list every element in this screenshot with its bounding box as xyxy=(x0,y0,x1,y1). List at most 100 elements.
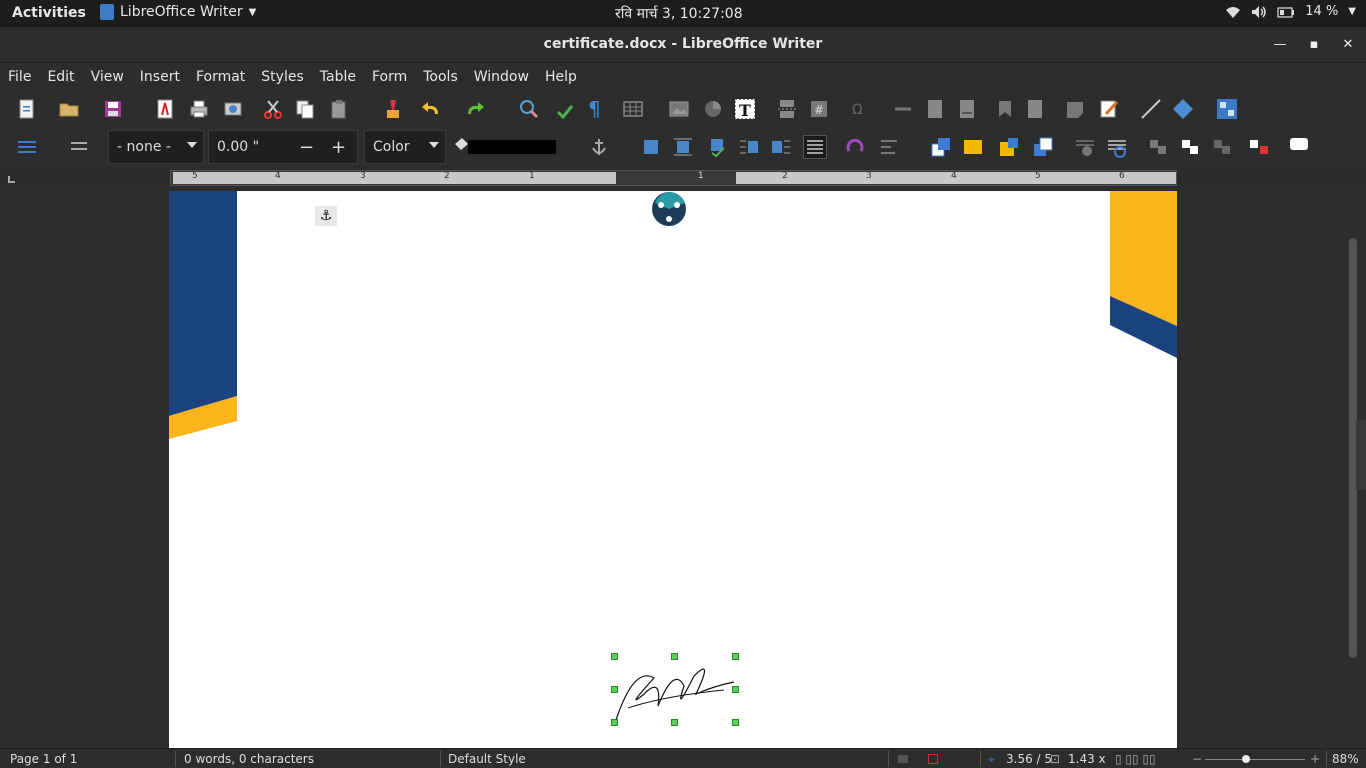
view-layout-icon[interactable]: ▯ ▯▯ ▯▯ xyxy=(1115,752,1156,766)
menu-table[interactable]: Table xyxy=(320,69,356,85)
find-replace-icon[interactable] xyxy=(518,98,540,120)
formatting-marks-icon[interactable]: ¶ xyxy=(584,98,606,120)
menu-format[interactable]: Format xyxy=(196,69,245,85)
group-icon[interactable] xyxy=(1148,136,1170,158)
menu-form[interactable]: Form xyxy=(372,69,407,85)
print-preview-icon[interactable] xyxy=(222,98,244,120)
increment-button[interactable]: + xyxy=(331,137,346,158)
spellcheck-icon[interactable] xyxy=(554,100,576,122)
insert-frame-icon[interactable] xyxy=(1216,98,1238,120)
menu-tools[interactable]: Tools xyxy=(423,69,458,85)
track-changes-icon[interactable] xyxy=(1098,98,1120,120)
page-style[interactable]: Default Style xyxy=(448,752,526,766)
resize-handle[interactable] xyxy=(732,719,739,726)
resize-handle[interactable] xyxy=(732,686,739,693)
align-objects-icon[interactable] xyxy=(878,136,900,158)
zoom-slider-handle[interactable] xyxy=(1242,755,1250,763)
to-background-icon[interactable] xyxy=(1074,136,1096,158)
insert-image-icon[interactable] xyxy=(668,98,690,120)
undo-icon[interactable] xyxy=(420,98,442,120)
zoom-level[interactable]: 88% xyxy=(1332,752,1359,766)
contour-icon[interactable] xyxy=(844,136,866,158)
optimal-wrap-icon[interactable] xyxy=(706,136,728,158)
zoom-in-button[interactable]: + xyxy=(1310,752,1320,766)
page-wrap-icon[interactable] xyxy=(672,136,694,158)
insert-mode-icon[interactable] xyxy=(898,755,908,763)
resize-handle[interactable] xyxy=(611,686,618,693)
resize-handle[interactable] xyxy=(732,653,739,660)
anchor-icon[interactable]: ⚓ xyxy=(315,206,337,226)
cross-reference-icon[interactable] xyxy=(1024,98,1046,120)
hyperlink-icon[interactable] xyxy=(892,98,914,120)
digital-signature-icon[interactable] xyxy=(928,754,938,764)
activities-button[interactable]: Activities xyxy=(12,5,86,21)
app-menu[interactable]: LibreOffice Writer ▼ xyxy=(100,4,256,20)
signature-image[interactable] xyxy=(614,656,738,724)
maximize-button[interactable]: ▪ xyxy=(1304,35,1324,55)
forward-one-icon[interactable] xyxy=(962,136,984,158)
border-style-select[interactable]: - none - xyxy=(108,130,204,164)
copy-icon[interactable] xyxy=(294,98,316,120)
page-break-icon[interactable] xyxy=(776,98,798,120)
comment-icon[interactable] xyxy=(1064,98,1086,120)
ungroup-icon[interactable] xyxy=(1248,136,1270,158)
special-character-icon[interactable]: Ω xyxy=(850,98,872,120)
insert-chart-icon[interactable] xyxy=(702,98,724,120)
horizontal-ruler[interactable]: 5 4 3 2 1 1 2 3 4 5 6 xyxy=(170,170,1177,186)
wrap-through-icon[interactable] xyxy=(803,135,827,159)
area-style-select[interactable]: Color xyxy=(364,130,446,164)
send-to-back-icon[interactable] xyxy=(1032,136,1054,158)
system-tray[interactable]: 14 % ▼ xyxy=(1225,4,1356,19)
redo-icon[interactable] xyxy=(464,98,486,120)
decrement-button[interactable]: − xyxy=(299,137,314,158)
back-one-icon[interactable] xyxy=(998,136,1020,158)
page-count[interactable]: Page 1 of 1 xyxy=(10,752,77,766)
zoom-out-button[interactable]: − xyxy=(1192,752,1202,766)
menu-styles[interactable]: Styles xyxy=(261,69,303,85)
cut-icon[interactable] xyxy=(262,98,284,120)
new-document-icon[interactable] xyxy=(16,98,38,120)
menu-help[interactable]: Help xyxy=(545,69,577,85)
minimize-button[interactable]: — xyxy=(1270,35,1290,55)
footnote-icon[interactable] xyxy=(924,98,946,120)
border-width-field[interactable]: 0.00 " − + xyxy=(208,130,358,164)
word-count[interactable]: 0 words, 0 characters xyxy=(184,752,314,766)
clock[interactable]: रवि मार्च 3, 10:27:08 xyxy=(615,4,743,23)
bookmark-icon[interactable] xyxy=(994,98,1016,120)
resize-handle[interactable] xyxy=(611,719,618,726)
basic-shapes-icon[interactable] xyxy=(1172,98,1194,120)
bring-to-front-icon[interactable] xyxy=(930,136,952,158)
enter-group-icon[interactable] xyxy=(1180,136,1202,158)
zoom-slider[interactable] xyxy=(1205,759,1305,760)
export-pdf-icon[interactable] xyxy=(154,98,176,120)
wrap-right-icon[interactable] xyxy=(770,136,792,158)
menu-view[interactable]: View xyxy=(91,69,124,85)
resize-handle[interactable] xyxy=(671,719,678,726)
border-style-icon[interactable] xyxy=(16,136,38,158)
open-folder-icon[interactable] xyxy=(58,98,80,120)
wrap-off-icon[interactable] xyxy=(640,136,662,158)
save-icon[interactable] xyxy=(102,98,124,120)
paste-icon[interactable] xyxy=(328,98,350,120)
wrap-icon[interactable] xyxy=(68,136,90,158)
anchor-icon[interactable] xyxy=(588,136,610,158)
insert-field-icon[interactable]: # xyxy=(808,98,830,120)
resize-handle[interactable] xyxy=(611,653,618,660)
insert-caption-icon[interactable] xyxy=(1288,136,1310,158)
sidebar-toggle[interactable] xyxy=(1356,420,1366,490)
clone-formatting-icon[interactable] xyxy=(382,98,404,120)
insert-textbox-icon[interactable]: T xyxy=(734,98,756,120)
print-icon[interactable] xyxy=(188,98,210,120)
insert-table-icon[interactable] xyxy=(622,98,644,120)
exit-group-icon[interactable] xyxy=(1212,136,1234,158)
insert-line-icon[interactable] xyxy=(1140,98,1162,120)
endnote-icon[interactable] xyxy=(956,98,978,120)
menu-window[interactable]: Window xyxy=(474,69,529,85)
close-button[interactable]: ✕ xyxy=(1338,35,1358,55)
menu-insert[interactable]: Insert xyxy=(140,69,180,85)
menu-file[interactable]: File xyxy=(8,69,31,85)
wrap-left-icon[interactable] xyxy=(738,136,760,158)
menu-edit[interactable]: Edit xyxy=(47,69,74,85)
resize-handle[interactable] xyxy=(671,653,678,660)
document-page[interactable]: ⚓ xyxy=(169,191,1177,748)
